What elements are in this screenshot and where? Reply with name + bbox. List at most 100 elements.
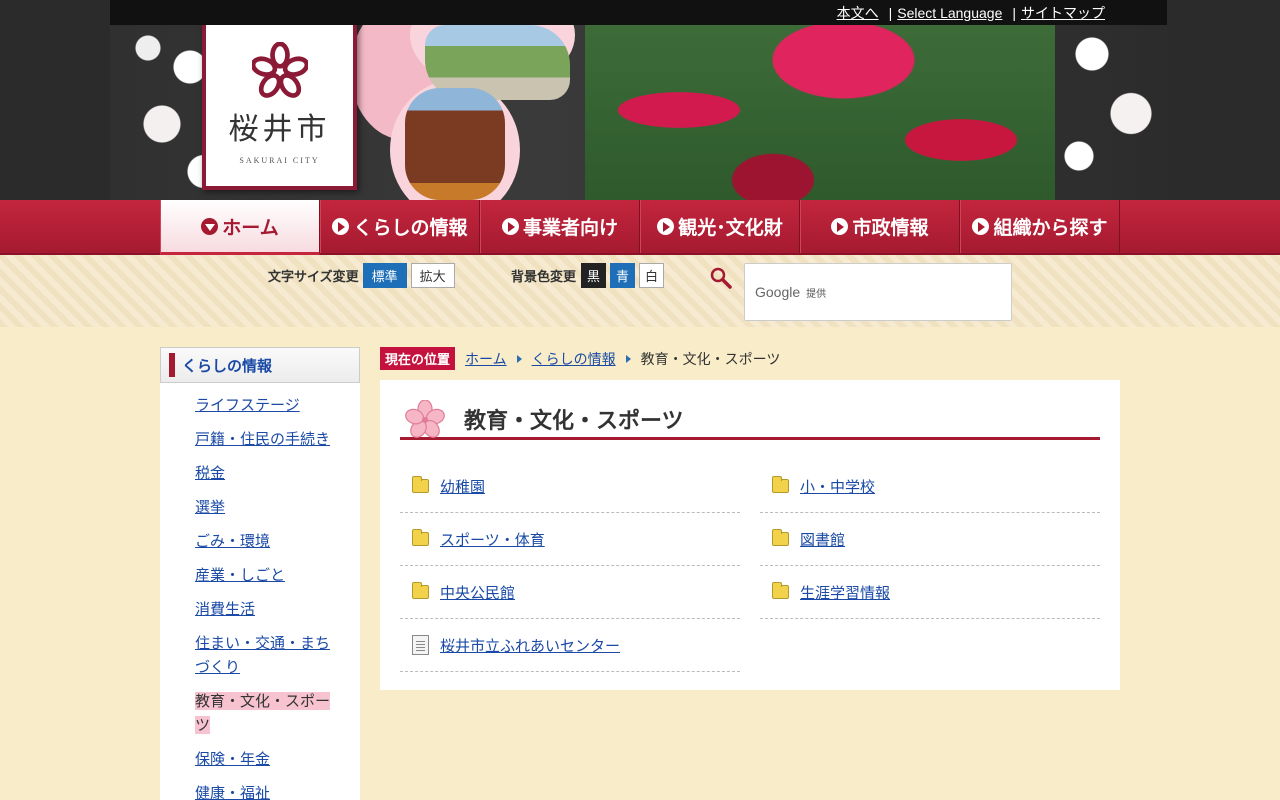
page-title-text: 教育・文化・スポーツ — [464, 408, 684, 434]
search-input[interactable]: Google 提供 — [744, 263, 1012, 321]
nav-label: ホーム — [222, 216, 279, 239]
nav-label: 事業者向け — [522, 217, 618, 239]
sidebar-link[interactable]: 消費生活 — [195, 600, 255, 618]
search-icon[interactable] — [710, 267, 732, 289]
cherry-blossom-decoration-right — [1040, 20, 1170, 190]
sidebar-item-insurance: 保険・年金 — [195, 747, 360, 771]
logo-title: 桜井市 — [228, 112, 331, 147]
nav-home[interactable]: ホーム — [160, 200, 320, 255]
nav-business[interactable]: 事業者向け — [480, 200, 640, 253]
search-provided-label: 提供 — [806, 288, 827, 300]
sidebar-link[interactable]: 税金 — [195, 464, 225, 482]
global-nav-items: ホーム くらしの情報 事業者向け 観光･文化財 市政情報 組織から探す — [160, 200, 1120, 255]
page-title: 教育・文化・スポーツ — [400, 399, 1100, 440]
sidebar-item-health: 健康・福祉 — [195, 781, 360, 800]
breadcrumb: 現在の位置 ホーム くらしの情報 教育・文化・スポーツ — [380, 347, 780, 370]
sidebar-item-industry: 産業・しごと — [195, 563, 360, 587]
main-area: くらしの情報 ライフステージ 戸籍・住民の手続き 税金 選挙 ごみ・環境 産業・… — [0, 327, 1280, 800]
sidebar-item-consumer: 消費生活 — [195, 597, 360, 621]
search-brand: Google — [755, 284, 801, 300]
font-size-label: 文字サイズ変更 — [268, 270, 359, 285]
chevron-right-icon — [501, 218, 519, 235]
pagoda-photo — [405, 88, 505, 200]
background-color-controls: 背景色変更 黒 青 白 — [511, 263, 665, 288]
page-link[interactable]: 桜井市立ふれあいセンター — [440, 635, 620, 656]
sidebar-item-life-stage: ライフステージ — [195, 393, 360, 417]
utility-bar: 本文へ | Select Language | サイトマップ — [110, 0, 1167, 25]
site-header: 本文へ | Select Language | サイトマップ 桜井市 SAKUR… — [0, 0, 1280, 200]
sitemap-link[interactable]: サイトマップ — [1021, 3, 1105, 23]
sidebar-heading[interactable]: くらしの情報 — [160, 347, 360, 383]
folder-icon — [412, 582, 429, 599]
nav-living-info[interactable]: くらしの情報 — [320, 200, 480, 253]
nav-city-info[interactable]: 市政情報 — [800, 200, 960, 253]
chevron-right-icon — [657, 218, 675, 235]
sidebar: くらしの情報 ライフステージ 戸籍・住民の手続き 税金 選挙 ごみ・環境 産業・… — [160, 347, 360, 800]
nav-label: 市政情報 — [852, 217, 929, 239]
content-panel: 教育・文化・スポーツ 幼稚園 小・中学校 スポーツ・体育 図書館 中央公民館 生… — [380, 380, 1120, 690]
list-item: 図書館 — [760, 513, 1100, 566]
nav-organization[interactable]: 組織から探す — [960, 200, 1120, 253]
bg-color-label: 背景色変更 — [511, 270, 577, 285]
sidebar-link[interactable]: ごみ・環境 — [195, 532, 270, 550]
breadcrumb-parent-link[interactable]: くらしの情報 — [532, 349, 616, 369]
sidebar-link[interactable]: 住まい・交通・まちづくり — [195, 634, 330, 676]
sakura-icon — [405, 399, 445, 438]
category-link[interactable]: 幼稚園 — [440, 476, 485, 497]
folder-icon — [772, 476, 789, 493]
bg-white-button[interactable]: 白 — [639, 263, 665, 288]
chevron-right-icon — [516, 354, 522, 363]
separator: | — [1012, 4, 1016, 21]
sidebar-link[interactable]: 産業・しごと — [195, 566, 285, 584]
skip-to-content-link[interactable]: 本文へ — [837, 3, 879, 23]
breadcrumb-home-link[interactable]: ホーム — [465, 349, 507, 369]
sidebar-link[interactable]: 戸籍・住民の手続き — [195, 430, 330, 448]
peony-flowers-photo — [585, 0, 1055, 200]
city-logo[interactable]: 桜井市 SAKURAI CITY — [202, 0, 357, 190]
chevron-down-icon — [201, 217, 219, 235]
nav-label: 組織から探す — [993, 217, 1108, 239]
sidebar-heading-label: くらしの情報 — [182, 356, 273, 375]
chevron-right-icon — [831, 218, 849, 235]
nav-tourism[interactable]: 観光･文化財 — [640, 200, 800, 253]
heading-bar — [169, 353, 175, 377]
list-item: スポーツ・体育 — [400, 513, 740, 566]
separator: | — [888, 4, 893, 21]
category-grid: 幼稚園 小・中学校 スポーツ・体育 図書館 中央公民館 生涯学習情報 桜井市立ふ… — [400, 460, 1100, 672]
breadcrumb-current: 教育・文化・スポーツ — [640, 351, 781, 368]
folder-icon — [412, 476, 429, 493]
folder-icon — [412, 529, 429, 546]
sidebar-item-housing: 住まい・交通・まちづくり — [195, 631, 360, 679]
sidebar-current-label: 教育・文化・スポーツ — [195, 692, 331, 734]
folder-icon — [772, 582, 789, 599]
category-link[interactable]: 小・中学校 — [800, 476, 875, 497]
list-item: 幼稚園 — [400, 460, 740, 513]
sidebar-item-education-current: 教育・文化・スポーツ — [195, 689, 360, 737]
bg-black-button[interactable]: 黒 — [581, 263, 607, 288]
category-link[interactable]: 生涯学習情報 — [800, 582, 890, 603]
category-link[interactable]: 中央公民館 — [440, 582, 515, 603]
nav-label: 観光･文化財 — [678, 217, 783, 239]
accessibility-toolbar: 文字サイズ変更 標準 拡大 背景色変更 黒 青 白 Google 提供 — [0, 255, 1280, 327]
chevron-right-icon — [625, 354, 631, 363]
sidebar-link[interactable]: 健康・福祉 — [195, 784, 270, 800]
category-link[interactable]: スポーツ・体育 — [440, 529, 545, 550]
select-language-link[interactable]: Select Language — [897, 5, 1002, 21]
sidebar-link[interactable]: 保険・年金 — [195, 750, 270, 768]
page-icon — [412, 635, 429, 655]
sidebar-list: ライフステージ 戸籍・住民の手続き 税金 選挙 ごみ・環境 産業・しごと 消費生… — [160, 383, 360, 800]
sidebar-link[interactable]: 選挙 — [195, 498, 225, 516]
breadcrumb-label: 現在の位置 — [380, 347, 456, 370]
font-standard-button[interactable]: 標準 — [362, 263, 407, 288]
list-item: 中央公民館 — [400, 566, 740, 619]
nav-label: くらしの情報 — [353, 217, 468, 239]
font-large-button[interactable]: 拡大 — [410, 263, 455, 288]
bg-blue-button[interactable]: 青 — [610, 263, 636, 288]
list-item: 桜井市立ふれあいセンター — [400, 619, 740, 672]
sidebar-item-election: 選挙 — [195, 495, 360, 519]
category-link[interactable]: 図書館 — [800, 529, 845, 550]
list-item: 小・中学校 — [760, 460, 1100, 513]
chevron-right-icon — [332, 218, 350, 235]
sidebar-link[interactable]: ライフステージ — [195, 396, 300, 414]
folder-icon — [772, 529, 789, 546]
